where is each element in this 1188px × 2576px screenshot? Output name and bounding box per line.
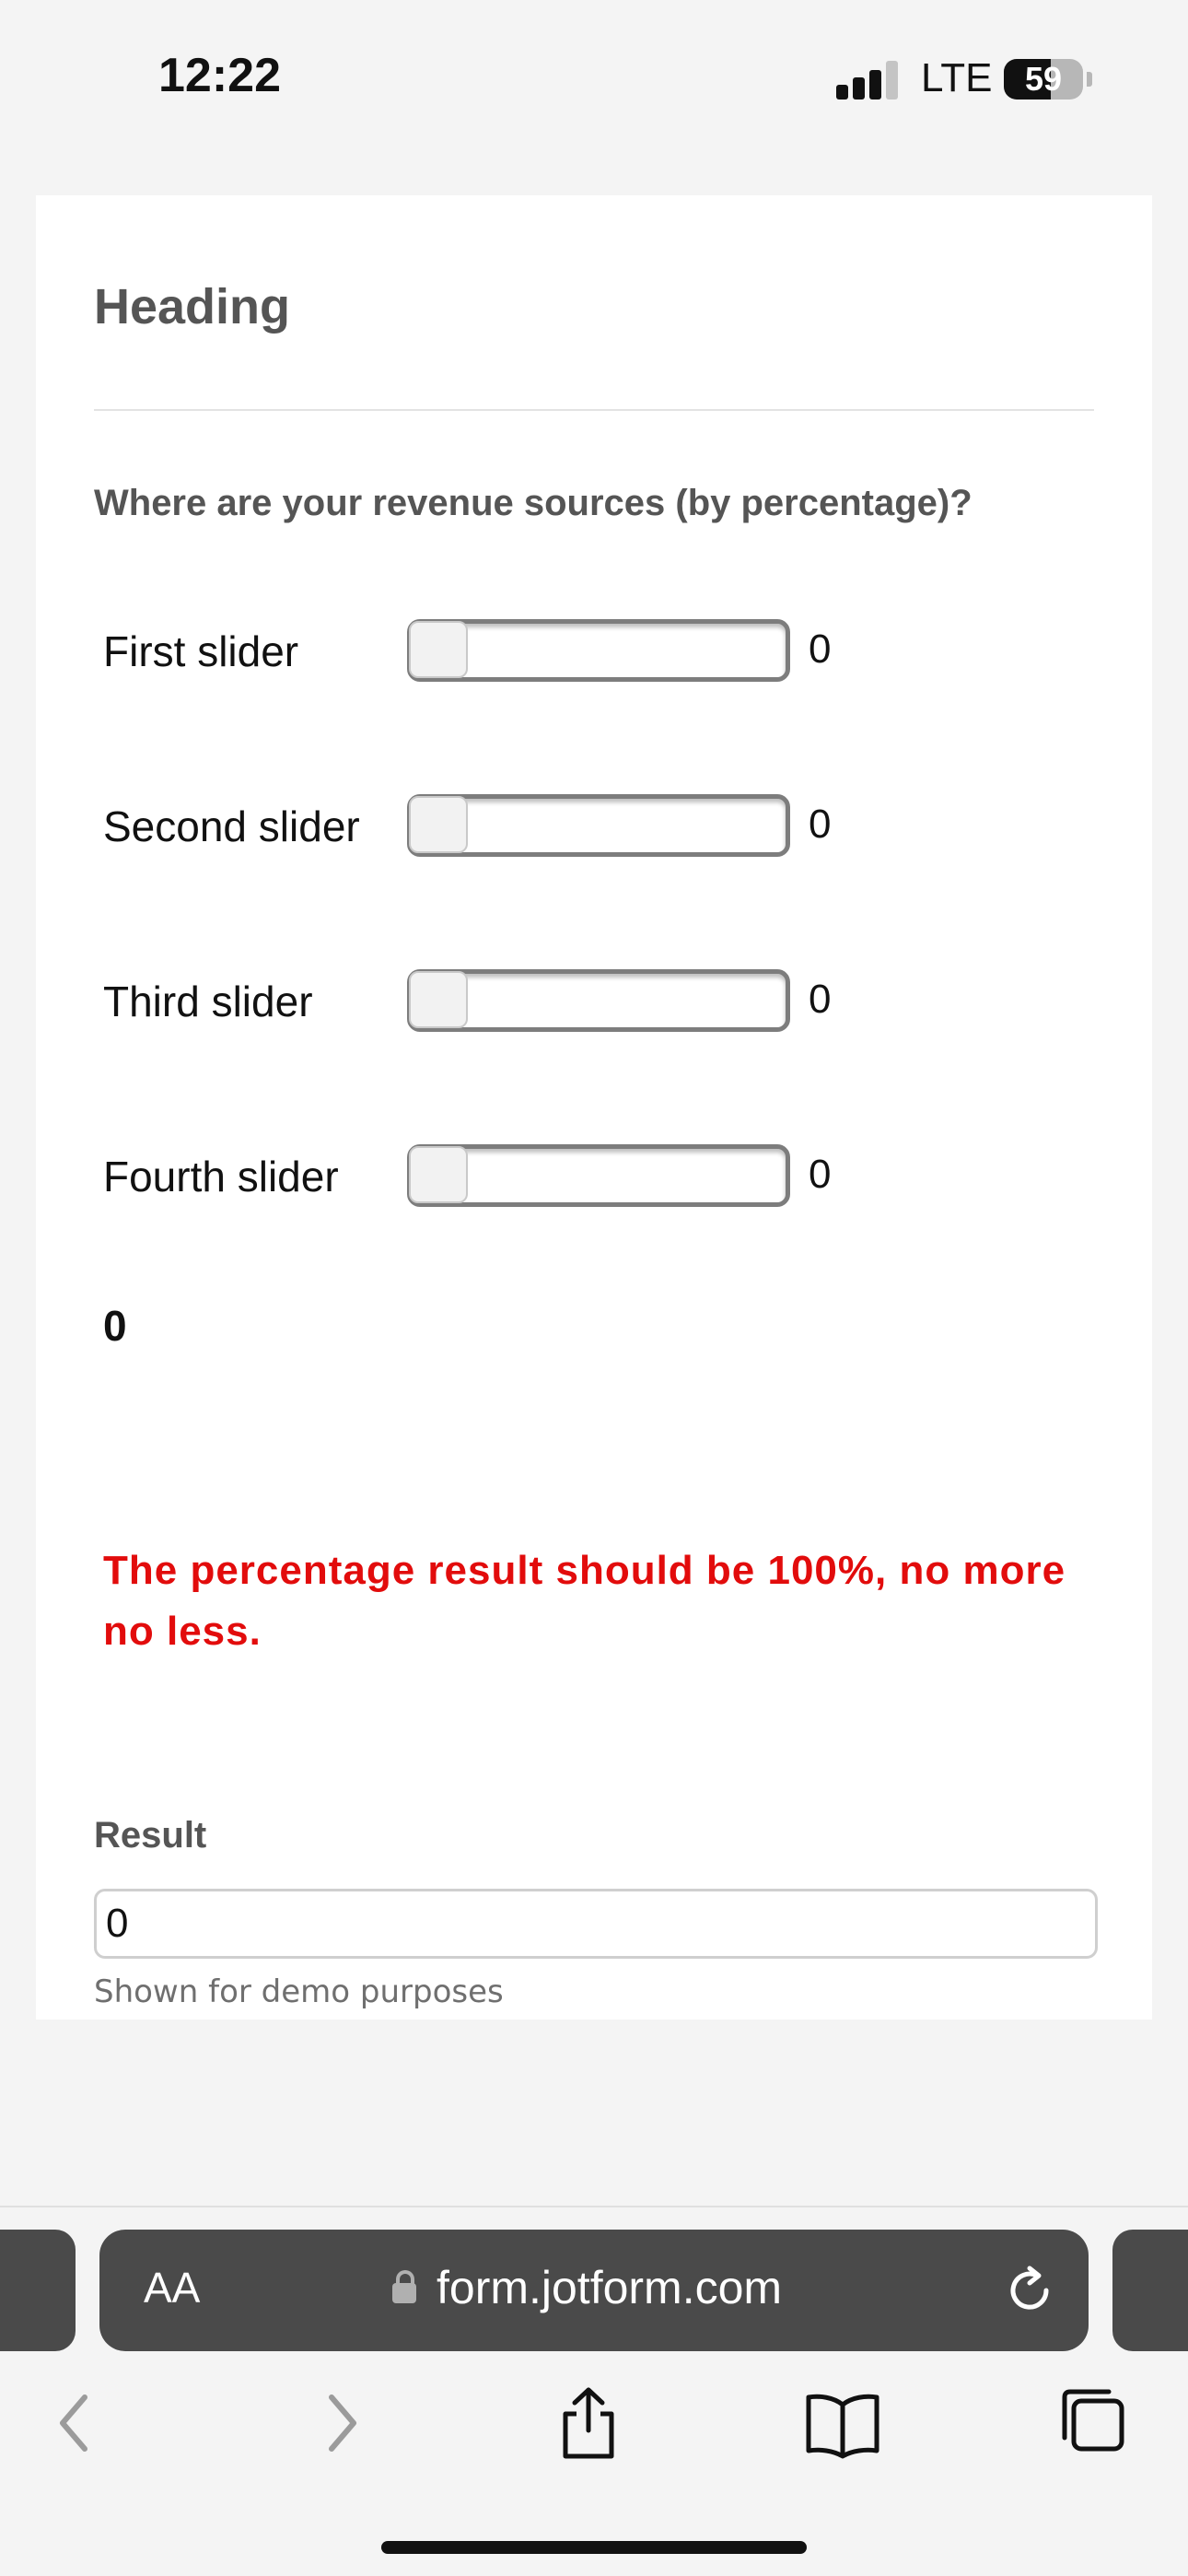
slider-value: 0	[809, 626, 832, 672]
form-card: Heading Where are your revenue sources (…	[36, 195, 1152, 2020]
bookmarks-icon[interactable]	[801, 2386, 884, 2460]
form-heading: Heading	[94, 279, 291, 334]
back-icon[interactable]	[37, 2386, 120, 2460]
status-time: 12:22	[158, 49, 281, 102]
address-bar[interactable]: AA form.jotform.com	[99, 2230, 1089, 2351]
fourth-slider[interactable]	[407, 1144, 790, 1207]
result-label: Result	[94, 1815, 207, 1856]
url-text[interactable]: form.jotform.com	[437, 2261, 782, 2314]
slider-label: First slider	[103, 627, 299, 675]
slider-value: 0	[809, 977, 832, 1022]
slider-label: Fourth slider	[103, 1153, 339, 1200]
lock-icon	[392, 2270, 416, 2303]
slider-total: 0	[103, 1302, 127, 1350]
battery-tip	[1087, 72, 1092, 87]
text-size-label: AA	[144, 2264, 201, 2312]
third-slider[interactable]	[407, 969, 790, 1032]
home-indicator	[381, 2541, 807, 2554]
second-slider[interactable]	[407, 794, 790, 857]
next-tab-preview[interactable]	[1112, 2230, 1188, 2351]
battery-icon: 59	[1004, 59, 1083, 100]
share-icon[interactable]	[547, 2386, 630, 2460]
slider-row-fourth: Fourth slider 0	[103, 1144, 932, 1209]
slider-row-third: Third slider 0	[103, 969, 932, 1034]
forward-icon[interactable]	[297, 2386, 379, 2460]
slider-label: Third slider	[103, 978, 313, 1025]
question-label: Where are your revenue sources (by perce…	[94, 483, 973, 523]
slider-thumb[interactable]	[409, 796, 468, 853]
toolbar-divider	[0, 2206, 1188, 2207]
reload-icon[interactable]	[1002, 2263, 1057, 2318]
slider-value: 0	[809, 802, 832, 847]
heading-divider	[94, 409, 1094, 411]
slider-row-first: First slider 0	[103, 619, 932, 684]
slider-row-second: Second slider 0	[103, 794, 932, 859]
result-helper-text: Shown for demo purposes	[94, 1973, 504, 2010]
battery-level: 59	[1024, 60, 1063, 98]
slider-thumb[interactable]	[409, 971, 468, 1028]
text-size-button[interactable]: AA	[144, 2263, 200, 2313]
slider-thumb[interactable]	[409, 621, 468, 678]
signal-icon	[836, 59, 901, 100]
previous-tab-preview[interactable]	[0, 2230, 76, 2351]
slider-thumb[interactable]	[409, 1146, 468, 1203]
validation-warning: The percentage result should be 100%, no…	[103, 1548, 1066, 1654]
slider-value: 0	[809, 1152, 832, 1197]
network-type: LTE	[921, 55, 993, 100]
result-input[interactable]	[94, 1889, 1098, 1959]
first-slider[interactable]	[407, 619, 790, 682]
tabs-icon[interactable]	[1052, 2386, 1135, 2460]
slider-label: Second slider	[103, 802, 360, 850]
